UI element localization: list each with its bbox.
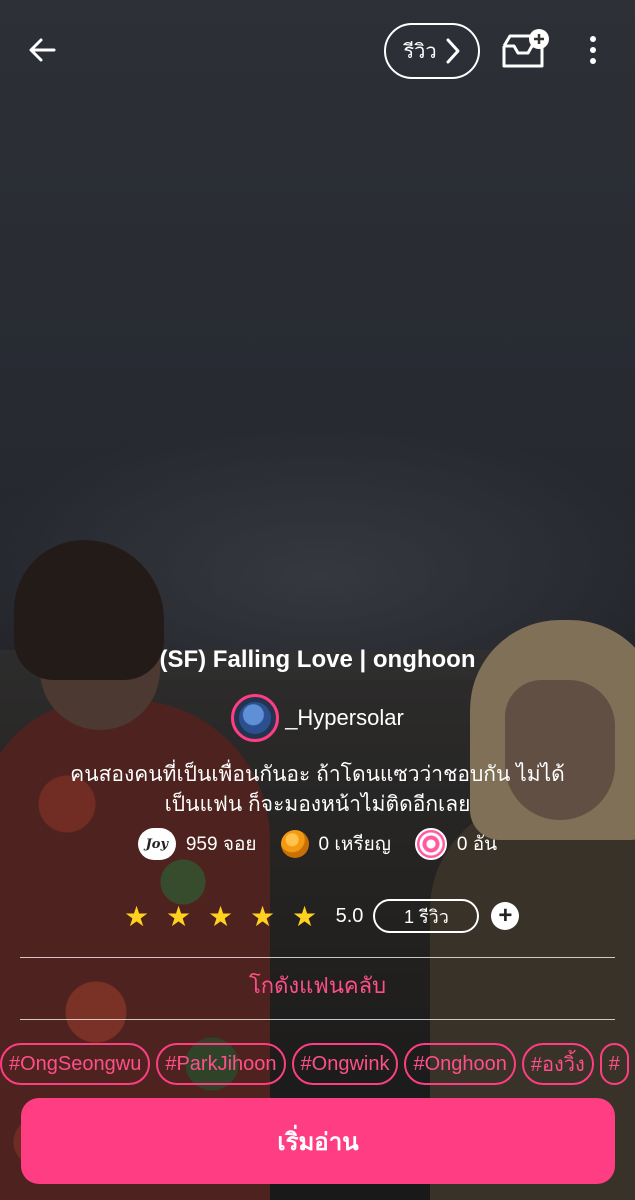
tag-chip[interactable]: #Ongwink xyxy=(291,1043,399,1085)
divider xyxy=(20,957,615,958)
review-count-label: 1 รีวิว xyxy=(403,906,449,927)
tag-chip[interactable]: #Onghoon xyxy=(404,1043,516,1085)
synopsis-line: คนสองคนที่เป็นเพื่อนกันอะ ถ้าโดนแซวว่าชอ… xyxy=(70,763,565,786)
chevron-right-icon xyxy=(446,38,460,64)
synopsis: คนสองคนที่เป็นเพื่อนกันอะ ถ้าโดนแซวว่าชอ… xyxy=(20,760,615,820)
author-avatar xyxy=(231,694,280,742)
back-arrow-icon xyxy=(29,38,56,62)
novel-title: (SF) Falling Love | onghoon xyxy=(159,646,476,673)
tag-chip[interactable]: # xyxy=(599,1043,629,1085)
coin-icon xyxy=(280,830,309,858)
author-row[interactable]: _Hypersolar xyxy=(0,692,635,744)
tag-chip[interactable]: #ParkJihoon xyxy=(156,1043,286,1085)
joy-icon: Joy xyxy=(137,828,176,860)
more-options-button[interactable] xyxy=(578,32,608,68)
tag-chip[interactable]: #องวิ้ง xyxy=(521,1043,594,1085)
joy-stat: Joy 959 จอย xyxy=(137,828,257,860)
star-icon: ★ xyxy=(124,900,150,932)
add-to-library-button[interactable] xyxy=(498,26,554,74)
author-name: _Hypersolar xyxy=(285,705,404,730)
candy-stat: 0 อัน xyxy=(414,828,498,860)
top-bar: รีวิว xyxy=(0,0,635,100)
fanclub-link[interactable]: โกดังแฟนคลับ xyxy=(0,968,635,1003)
start-reading-button[interactable]: เริ่มอ่าน xyxy=(21,1098,615,1184)
coin-count: 0 เหรียญ xyxy=(318,834,391,855)
rating-row: ★ ★ ★ ★ ★ 5.0 1 รีวิว + xyxy=(0,896,635,936)
review-button[interactable]: รีวิว xyxy=(384,23,480,79)
stats-row: Joy 959 จอย 0 เหรียญ 0 อัน xyxy=(0,822,635,866)
cover-image xyxy=(0,0,635,1200)
candy-icon xyxy=(414,828,447,860)
back-button[interactable] xyxy=(22,30,62,70)
more-vertical-icon-dot xyxy=(590,47,596,53)
star-icon: ★ xyxy=(250,900,276,932)
review-count-button[interactable]: 1 รีวิว xyxy=(373,899,480,933)
joy-count: 959 จอย xyxy=(185,834,257,855)
add-review-button[interactable]: + xyxy=(491,902,520,930)
plus-icon: + xyxy=(498,902,513,929)
star-icon: ★ xyxy=(166,900,192,932)
more-vertical-icon-dot xyxy=(590,36,596,42)
tags-row: #OngSeongwu #ParkJihoon #Ongwink #Onghoo… xyxy=(0,1043,635,1087)
candy-count: 0 อัน xyxy=(456,834,498,855)
rating-value: 5.0 xyxy=(335,904,364,927)
synopsis-line: เป็นแฟน ก็จะมองหน้าไม่ติดอีกเลย xyxy=(164,793,471,816)
star-icon: ★ xyxy=(208,900,234,932)
tag-chip[interactable]: #OngSeongwu xyxy=(0,1043,151,1085)
cover-shade xyxy=(0,0,635,1200)
star-icon: ★ xyxy=(292,900,318,932)
divider xyxy=(20,1019,615,1020)
more-vertical-icon-dot xyxy=(590,58,596,64)
coin-stat: 0 เหรียญ xyxy=(280,829,391,859)
library-add-icon xyxy=(502,29,549,68)
review-button-label: รีวิว xyxy=(403,39,437,63)
avatar-image xyxy=(239,702,272,734)
